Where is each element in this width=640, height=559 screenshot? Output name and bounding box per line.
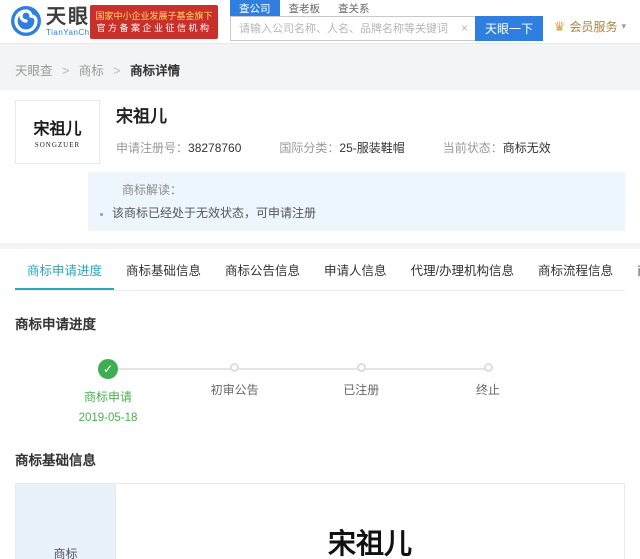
trademark-image-text: 宋祖儿 (328, 522, 412, 559)
check-circle-icon: ✓ (98, 359, 118, 379)
trademark-interpretation-box: 商标解读： 该商标已经处于无效状态，可申请注册 (88, 172, 625, 231)
clear-input-icon[interactable]: × (461, 21, 468, 35)
breadcrumb-separator: > (113, 64, 120, 78)
field-label: 申请注册号： (116, 141, 188, 155)
tab-goods-services[interactable]: 商品/服务项目 (625, 249, 640, 290)
search-button[interactable]: 天眼一下 (475, 16, 543, 41)
search-tab-boss[interactable]: 查老板 (280, 0, 330, 16)
main-content: 宋祖儿 SONGZUER 宋祖儿 申请注册号：38278760 国际分类：25-… (0, 90, 640, 559)
breadcrumb-current: 商标详情 (130, 64, 180, 78)
step-label: 商标申请 (48, 388, 168, 405)
trademark-fields: 申请注册号：38278760 国际分类：25-服装鞋帽 当前状态：商标无效 (116, 139, 625, 156)
empty-circle-icon (484, 363, 493, 372)
field-current-status: 当前状态：商标无效 (443, 139, 551, 156)
search-tab-company[interactable]: 查公司 (230, 0, 280, 16)
detail-tabs: 商标申请进度 商标基础信息 商标公告信息 申请人信息 代理/办理机构信息 商标流… (15, 249, 625, 291)
step-label: 终止 (428, 381, 548, 398)
tab-process-info[interactable]: 商标流程信息 (526, 249, 625, 290)
tab-application-progress[interactable]: 商标申请进度 (15, 249, 114, 290)
field-international-class: 国际分类：25-服装鞋帽 (279, 139, 404, 156)
search-tab-relation[interactable]: 查关系 (329, 0, 379, 16)
search-tabs: 查公司 查老板 查关系 (230, 0, 543, 16)
progress-section-title: 商标申请进度 (15, 313, 625, 333)
trademark-thumb-subtext: SONGZUER (35, 141, 80, 149)
gov-certification-badge: 国家中小企业发展子基金旗下 官方备案企业征信机构 (90, 5, 218, 39)
field-value: 25-服装鞋帽 (339, 141, 404, 155)
badge-line1: 国家中小企业发展子基金旗下 (95, 10, 212, 22)
field-value: 38278760 (188, 141, 241, 155)
basic-info-title: 商标基础信息 (15, 449, 625, 469)
basic-info-section: 商标基础信息 商标 宋祖儿 SONGZUER (15, 439, 625, 559)
tab-basic-info[interactable]: 商标基础信息 (114, 249, 213, 290)
application-progress-section: 商标申请进度 ✓ 商标申请 2019-05-18 初审公告 已注册 终止 (15, 291, 625, 433)
field-label: 当前状态： (443, 141, 503, 155)
search-input[interactable] (230, 16, 475, 41)
trademark-thumbnail: 宋祖儿 SONGZUER (15, 100, 100, 164)
interpretation-item: 该商标已经处于无效状态，可申请注册 (112, 205, 615, 221)
vip-services-menu[interactable]: ♛ 会员服务 ▾ (554, 18, 626, 35)
trademark-summary-card: 宋祖儿 SONGZUER 宋祖儿 申请注册号：38278760 国际分类：25-… (15, 90, 625, 243)
empty-circle-icon (230, 363, 239, 372)
step-label: 已注册 (301, 381, 421, 398)
breadcrumb-trademark[interactable]: 商标 (79, 64, 104, 78)
step-application: ✓ 商标申请 2019-05-18 (48, 359, 168, 424)
trademark-thumb-text: 宋祖儿 (33, 115, 81, 139)
step-date: 2019-05-18 (48, 412, 168, 424)
field-label: 国际分类： (279, 141, 339, 155)
progress-stepper: ✓ 商标申请 2019-05-18 初审公告 已注册 终止 (108, 359, 488, 433)
site-header: 天眼查 TianYanCha.com 国家中小企业发展子基金旗下 官方备案企业征… (0, 0, 640, 44)
step-preliminary-announcement: 初审公告 (175, 359, 295, 398)
badge-line2: 官方备案企业征信机构 (96, 22, 211, 34)
field-registration-number: 申请注册号：38278760 (116, 139, 241, 156)
field-value: 商标无效 (503, 141, 551, 155)
chevron-down-icon: ▾ (621, 21, 626, 32)
basic-info-table: 商标 宋祖儿 SONGZUER (15, 483, 625, 559)
tianyancha-eye-icon (10, 5, 42, 37)
breadcrumb-home[interactable]: 天眼查 (15, 64, 53, 78)
step-terminated: 终止 (428, 359, 548, 398)
interpretation-title: 商标解读： (96, 181, 615, 198)
search-area: 查公司 查老板 查关系 × 天眼一下 (230, 0, 543, 41)
crown-icon: ♛ (554, 19, 566, 35)
breadcrumb: 天眼查 > 商标 > 商标详情 (0, 44, 640, 90)
tab-applicant-info[interactable]: 申请人信息 (312, 249, 399, 290)
empty-circle-icon (357, 363, 366, 372)
vip-label: 会员服务 (569, 18, 617, 35)
page-title: 宋祖儿 (116, 102, 625, 127)
step-label: 初审公告 (175, 381, 295, 398)
step-registered: 已注册 (301, 359, 421, 398)
tab-agency-info[interactable]: 代理/办理机构信息 (399, 249, 526, 290)
table-row-label: 商标 (16, 484, 116, 559)
tab-announcement-info[interactable]: 商标公告信息 (213, 249, 312, 290)
breadcrumb-separator: > (62, 64, 69, 78)
trademark-image-cell: 宋祖儿 SONGZUER (116, 484, 624, 559)
